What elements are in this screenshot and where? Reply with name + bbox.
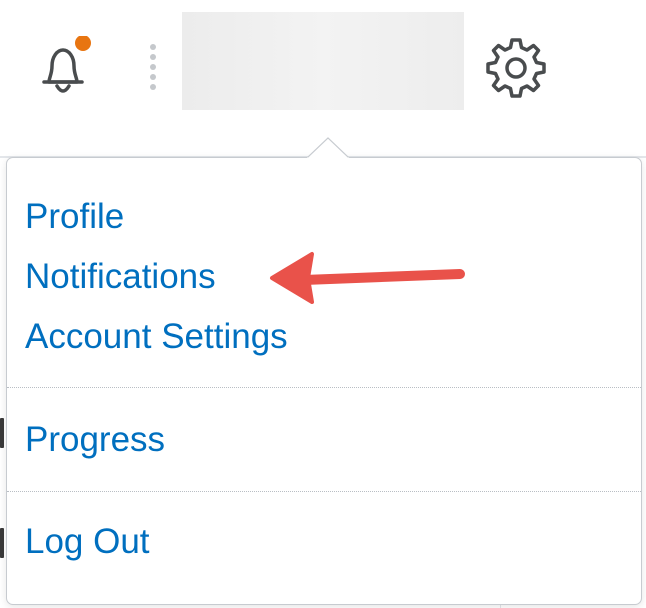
annotation-arrow xyxy=(264,248,470,304)
background-text-fragment xyxy=(0,528,4,558)
settings-button[interactable] xyxy=(484,36,548,100)
gear-icon xyxy=(486,38,546,98)
background-text-fragment xyxy=(0,418,4,448)
menu-item-profile[interactable]: Profile xyxy=(25,197,124,237)
menu-separator xyxy=(7,491,641,492)
menu-item-account-settings[interactable]: Account Settings xyxy=(25,317,288,357)
user-dropdown-menu: Profile Notifications Account Settings P… xyxy=(6,157,642,605)
menu-separator xyxy=(7,387,641,388)
bell-icon xyxy=(42,36,91,93)
vertical-dots-icon xyxy=(150,44,156,90)
notification-badge xyxy=(75,36,91,51)
user-menu-button[interactable] xyxy=(182,12,464,110)
menu-item-notifications[interactable]: Notifications xyxy=(25,257,216,297)
dropdown-caret xyxy=(307,137,349,159)
notifications-bell-button[interactable] xyxy=(30,36,92,100)
menu-item-progress[interactable]: Progress xyxy=(25,420,165,460)
vertical-separator-dots xyxy=(148,42,158,92)
menu-item-log-out[interactable]: Log Out xyxy=(25,522,150,562)
